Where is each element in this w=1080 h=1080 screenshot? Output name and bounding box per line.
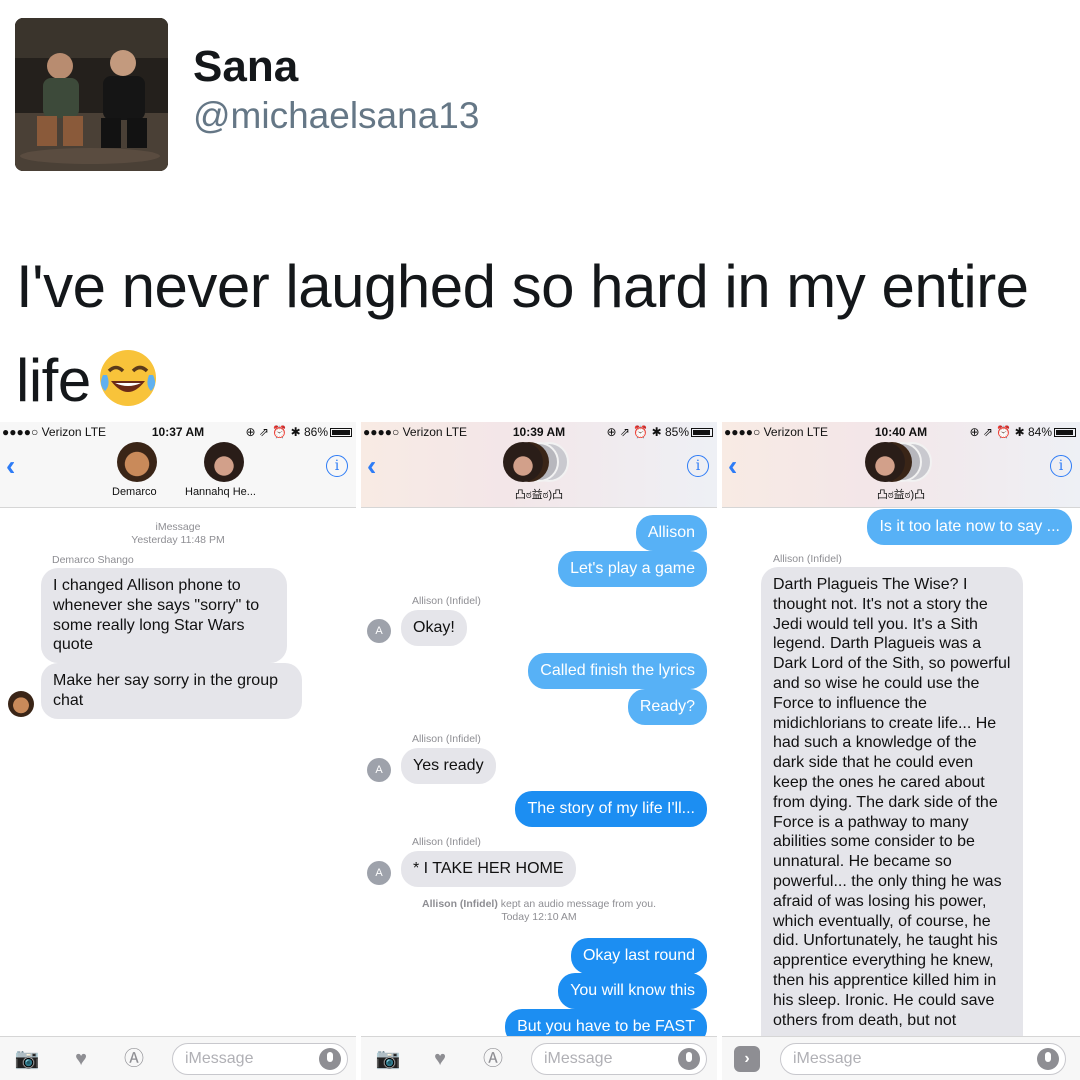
camera-icon[interactable]: 📷	[375, 1046, 401, 1072]
message-input[interactable]: iMessage	[780, 1043, 1066, 1075]
message-input[interactable]: iMessage	[172, 1043, 348, 1075]
battery-icon	[691, 428, 713, 437]
app-store-icon[interactable]: Ⓐ	[121, 1046, 147, 1072]
message-thread: Is it too late now to say ... Allison (I…	[722, 509, 1080, 1037]
status-icons-text: ⊕ ⇗ ⏰ ✱ 86%	[245, 425, 328, 439]
outgoing-message[interactable]: Called finish the lyrics	[528, 653, 707, 689]
sender-avatar: A	[367, 758, 391, 782]
status-bar: ●●●●○ Verizon LTE 10:39 AM ⊕ ⇗ ⏰ ✱ 85%	[361, 422, 717, 442]
microphone-icon[interactable]	[1037, 1048, 1059, 1070]
sender-avatar: A	[367, 861, 391, 885]
group-avatar-front[interactable]	[865, 442, 905, 482]
sender-label: Demarco Shango	[52, 554, 134, 566]
sender-label: Allison (Infidel)	[412, 595, 481, 607]
timestamp: Yesterday 11:48 PM	[131, 534, 225, 546]
face-with-tears-of-joy-icon	[97, 342, 159, 406]
digital-touch-icon[interactable]: ♥	[68, 1046, 94, 1072]
info-icon[interactable]: i	[326, 455, 348, 477]
conversation-header: ●●●●○ Verizon LTE 10:37 AM ⊕ ⇗ ⏰ ✱ 86% ‹…	[0, 422, 356, 508]
sender-label: Allison (Infidel)	[412, 733, 481, 745]
back-chevron-icon[interactable]: ‹	[6, 450, 15, 482]
status-icons: ⊕ ⇗ ⏰ ✱ 85%	[607, 425, 713, 439]
message-placeholder: iMessage	[793, 1050, 862, 1067]
camera-icon[interactable]: 📷	[14, 1046, 40, 1072]
screenshot-1: ●●●●○ Verizon LTE 10:37 AM ⊕ ⇗ ⏰ ✱ 86% ‹…	[0, 422, 356, 1080]
contact-avatar-hannah[interactable]	[204, 442, 244, 482]
profile-avatar[interactable]	[15, 18, 168, 171]
screenshot-2: ●●●●○ Verizon LTE 10:39 AM ⊕ ⇗ ⏰ ✱ 85% ‹…	[361, 422, 717, 1080]
contact-name-demarco: Demarco	[112, 486, 157, 498]
status-icons: ⊕ ⇗ ⏰ ✱ 84%	[970, 425, 1076, 439]
tweet-text: I've never laughed so hard in my entire …	[16, 240, 1066, 428]
info-icon[interactable]: i	[1050, 455, 1072, 477]
status-bar: ●●●●○ Verizon LTE 10:37 AM ⊕ ⇗ ⏰ ✱ 86%	[0, 422, 356, 442]
incoming-message[interactable]: I changed Allison phone to whenever she …	[41, 568, 287, 664]
message-placeholder: iMessage	[185, 1050, 254, 1067]
incoming-message[interactable]: Make her say sorry in the group chat	[41, 663, 302, 719]
contact-name-hannah: Hannahq He...	[185, 486, 256, 498]
outgoing-message[interactable]: But you have to be FAST	[505, 1009, 707, 1037]
contact-avatar-demarco[interactable]	[117, 442, 157, 482]
timestamp: Today 12:10 AM	[501, 911, 577, 923]
battery-icon	[1054, 428, 1076, 437]
audio-kept-notice: Allison (Infidel) kept an audio message …	[361, 898, 717, 910]
expand-chevron-icon[interactable]: ›	[734, 1046, 760, 1072]
audio-kept-text: kept an audio message from you.	[497, 898, 656, 910]
sender-avatar	[8, 691, 34, 717]
message-thread: iMessage Yesterday 11:48 PM Demarco Shan…	[0, 509, 356, 1037]
battery-icon	[330, 428, 352, 437]
conversation-header: ●●●●○ Verizon LTE 10:40 AM ⊕ ⇗ ⏰ ✱ 84% ‹…	[722, 422, 1080, 508]
status-bar: ●●●●○ Verizon LTE 10:40 AM ⊕ ⇗ ⏰ ✱ 84%	[722, 422, 1080, 442]
status-icons-text: ⊕ ⇗ ⏰ ✱ 85%	[606, 425, 689, 439]
back-chevron-icon[interactable]: ‹	[728, 450, 737, 482]
message-input-bar: 📷 ♥ Ⓐ iMessage	[0, 1036, 356, 1080]
outgoing-message[interactable]: Is it too late now to say ...	[867, 509, 1072, 545]
status-icons-text: ⊕ ⇗ ⏰ ✱ 84%	[969, 425, 1052, 439]
outgoing-message[interactable]: Okay last round	[570, 938, 707, 974]
app-store-icon[interactable]: Ⓐ	[480, 1046, 506, 1072]
sender-label: Allison (Infidel)	[773, 553, 842, 565]
outgoing-message[interactable]: Ready?	[627, 689, 707, 725]
message-input-bar: › iMessage	[722, 1036, 1080, 1080]
digital-touch-icon[interactable]: ♥	[427, 1046, 453, 1072]
outgoing-message[interactable]: Let's play a game	[558, 551, 707, 587]
sender-avatar: A	[367, 619, 391, 643]
screenshot-3: ●●●●○ Verizon LTE 10:40 AM ⊕ ⇗ ⏰ ✱ 84% ‹…	[722, 422, 1080, 1080]
back-chevron-icon[interactable]: ‹	[367, 450, 376, 482]
status-icons: ⊕ ⇗ ⏰ ✱ 86%	[246, 425, 352, 439]
outgoing-message[interactable]: You will know this	[558, 973, 707, 1009]
outgoing-message[interactable]: Allison	[635, 515, 707, 551]
incoming-message[interactable]: Yes ready	[401, 748, 496, 784]
sender-label: Allison (Infidel)	[412, 836, 481, 848]
outgoing-message[interactable]: The story of my life I'll...	[515, 791, 707, 827]
microphone-icon[interactable]	[678, 1048, 700, 1070]
service-label: iMessage	[155, 521, 201, 533]
message-thread: Allison Let's play a game Allison (Infid…	[361, 509, 717, 1037]
conversation-header: ●●●●○ Verizon LTE 10:39 AM ⊕ ⇗ ⏰ ✱ 85% ‹…	[361, 422, 717, 508]
microphone-icon[interactable]	[319, 1048, 341, 1070]
display-name[interactable]: Sana	[193, 42, 298, 92]
message-input-bar: 📷 ♥ Ⓐ iMessage	[361, 1036, 717, 1080]
info-icon[interactable]: i	[687, 455, 709, 477]
message-input[interactable]: iMessage	[531, 1043, 707, 1075]
incoming-message[interactable]: * I TAKE HER HOME	[401, 851, 576, 887]
tweet-body: I've never laughed so hard in my entire …	[16, 253, 1029, 414]
audio-kept-sender: Allison (Infidel)	[422, 898, 498, 910]
incoming-message[interactable]: Okay!	[401, 610, 467, 646]
message-placeholder: iMessage	[544, 1050, 613, 1067]
incoming-message[interactable]: Darth Plagueis The Wise? I thought not. …	[761, 567, 1023, 1037]
user-handle[interactable]: @michaelsana13	[193, 95, 479, 137]
group-name: 凸ಠ益ಠ)凸	[514, 489, 564, 501]
group-avatar-front[interactable]	[503, 442, 543, 482]
group-name: 凸ಠ益ಠ)凸	[876, 489, 926, 501]
